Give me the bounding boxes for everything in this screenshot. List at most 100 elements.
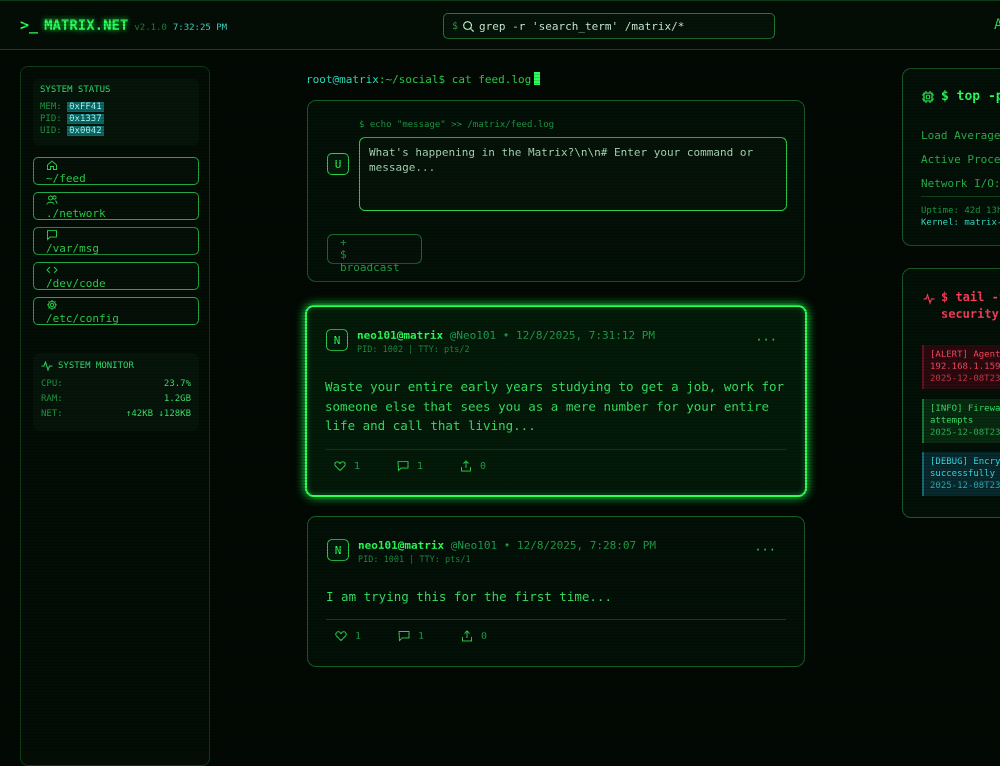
terminal-user: root@matrix xyxy=(306,73,379,86)
broadcast-label: $ broadcast xyxy=(340,248,400,274)
comment-count: 1 xyxy=(418,630,425,642)
more-options-button[interactable]: ··· xyxy=(755,333,777,347)
log-line: 192.168.1.159 xyxy=(930,362,1000,372)
log-timestamp: 2025-12-08T23: xyxy=(930,481,1000,491)
post-meta: PID: 1001 | TTY: pts/1 xyxy=(358,555,471,565)
composer-hint: $ echo "message" >> /matrix/feed.log xyxy=(359,120,555,130)
sidebar-item-label: /dev/code xyxy=(46,277,106,290)
post-author[interactable]: neo101@matrix xyxy=(358,539,444,552)
terminal-path: :~/social$ xyxy=(378,73,446,86)
post-date: • 12/8/2025, 7:28:07 PM xyxy=(503,539,657,552)
active-processes-label: Active Proces xyxy=(921,153,1000,166)
sidebar-item-label: /var/msg xyxy=(46,242,99,255)
sidebar-item-feed[interactable]: ~/feed xyxy=(33,157,199,185)
post-body: Waste your entire early years studying t… xyxy=(325,379,785,433)
terminal-prompt-icon: >_ xyxy=(20,16,39,34)
network-io-label: Network I/O: xyxy=(921,177,1000,190)
post-divider xyxy=(325,449,787,450)
security-log-panel: $ tail -f security. [ALERT] Agent 192.16… xyxy=(902,268,1000,518)
header-right-glyph[interactable]: A xyxy=(994,17,1000,33)
search-prefix: $ xyxy=(452,20,459,32)
app-name: MATRIX.NET xyxy=(44,18,129,34)
terminal-command: cat feed.log xyxy=(451,73,532,86)
log-entry-info[interactable]: [INFO] Firewal attempts 2025-12-08T23: xyxy=(922,399,1000,443)
plus-icon: + xyxy=(340,236,347,249)
pulse-icon xyxy=(923,293,935,305)
feed-post[interactable]: N neo101@matrix @Neo101 • 12/8/2025, 7:3… xyxy=(305,305,807,497)
log-entry-alert[interactable]: [ALERT] Agent 192.168.1.159 2025-12-08T2… xyxy=(922,345,1000,389)
app-version: v2.1.0 xyxy=(134,23,167,33)
clock: 7:32:25 PM xyxy=(172,23,228,33)
uptime-text: Uptime: 42d 13h xyxy=(921,206,1000,216)
comment-button[interactable]: 1 xyxy=(397,460,460,472)
status-row-uid: UID: 0x0042 xyxy=(40,125,192,137)
post-header: neo101@matrix @Neo101 • 12/8/2025, 7:31:… xyxy=(357,329,655,342)
comment-count: 1 xyxy=(417,460,424,472)
sidebar-item-code[interactable]: /dev/code xyxy=(33,262,199,290)
system-status-title: SYSTEM STATUS xyxy=(40,85,111,95)
monitor-label: NET: xyxy=(41,409,63,419)
terminal-prompt-line: root@matrix:~/social$ cat feed.log xyxy=(306,72,541,86)
activity-icon xyxy=(41,361,53,371)
message-icon xyxy=(47,230,57,241)
search-input[interactable] xyxy=(479,19,770,33)
more-options-button[interactable]: ··· xyxy=(754,543,776,557)
system-monitor-panel: SYSTEM MONITOR CPU: 23.7% RAM: 1.2GB NET: ↑… xyxy=(33,353,199,431)
top-process-panel: $ top -p Load Average: Active Proces Net… xyxy=(902,68,1000,246)
heart-icon xyxy=(335,631,347,642)
app-logo[interactable]: >_ MATRIX.NET v2.1.0 7:32:25 PM xyxy=(20,16,227,34)
log-line: [DEBUG] Encryp xyxy=(930,457,1000,467)
system-status-panel: SYSTEM STATUS MEM: 0xFF41 PID: 0x1337 UI… xyxy=(33,79,199,145)
post-header: neo101@matrix @Neo101 • 12/8/2025, 7:28:… xyxy=(358,539,656,552)
monitor-row-cpu: CPU: 23.7% xyxy=(41,377,191,392)
avatar[interactable]: N xyxy=(326,329,348,351)
broadcast-button[interactable]: + $ broadcast xyxy=(327,234,422,274)
cpu-icon xyxy=(922,90,934,103)
status-value: 0x1337 xyxy=(67,114,104,124)
status-row-mem: MEM: 0xFF41 xyxy=(40,101,192,113)
status-key: UID: xyxy=(40,126,62,136)
post-author[interactable]: neo101@matrix xyxy=(357,329,443,342)
like-count: 1 xyxy=(354,460,361,472)
sidebar: SYSTEM STATUS MEM: 0xFF41 PID: 0x1337 UI… xyxy=(20,66,210,766)
log-timestamp: 2025-12-08T23: xyxy=(930,374,1000,384)
top-panel-divider xyxy=(921,196,1000,197)
search-bar[interactable]: $ xyxy=(443,13,775,39)
security-title-line1: $ tail -f xyxy=(941,290,1000,304)
post-date: • 12/8/2025, 7:31:12 PM xyxy=(502,329,656,342)
load-average-label: Load Average: xyxy=(921,129,1000,142)
like-button[interactable]: 1 xyxy=(335,630,398,642)
post-handle[interactable]: @Neo101 xyxy=(451,539,497,552)
log-timestamp: 2025-12-08T23: xyxy=(930,428,1000,438)
post-composer: $ echo "message" >> /matrix/feed.log U +… xyxy=(307,100,805,282)
heart-icon xyxy=(334,461,346,472)
comment-icon xyxy=(398,631,410,642)
sidebar-nav: ~/feed ./network /var/msg /dev/code /etc… xyxy=(33,157,199,332)
status-row-pid: PID: 0x1337 xyxy=(40,113,192,125)
share-button[interactable]: 0 xyxy=(460,460,523,472)
sidebar-item-config[interactable]: /etc/config xyxy=(33,297,199,325)
sidebar-item-network[interactable]: ./network xyxy=(33,192,199,220)
security-title-line2: security. xyxy=(941,307,1000,321)
share-button[interactable]: 0 xyxy=(461,630,524,642)
feed-post[interactable]: N neo101@matrix @Neo101 • 12/8/2025, 7:2… xyxy=(307,516,805,667)
comment-button[interactable]: 1 xyxy=(398,630,461,642)
code-icon xyxy=(46,266,58,274)
post-handle[interactable]: @Neo101 xyxy=(450,329,496,342)
like-button[interactable]: 1 xyxy=(334,460,397,472)
log-entry-debug[interactable]: [DEBUG] Encryp successfully 2025-12-08T2… xyxy=(922,452,1000,496)
compose-textarea[interactable] xyxy=(359,137,787,211)
sidebar-item-label: ./network xyxy=(46,207,106,220)
post-actions: 1 1 0 xyxy=(334,460,523,472)
status-key: PID: xyxy=(40,114,62,124)
sidebar-item-messages[interactable]: /var/msg xyxy=(33,227,199,255)
cpu-value: 23.7% xyxy=(163,379,191,389)
sidebar-item-label: /etc/config xyxy=(46,312,119,325)
status-value: 0x0042 xyxy=(67,126,104,136)
sidebar-item-label: ~/feed xyxy=(46,172,86,185)
log-line: successfully xyxy=(930,469,996,479)
post-divider xyxy=(326,619,786,620)
avatar[interactable]: N xyxy=(327,539,349,561)
monitor-title-text: SYSTEM MONITOR xyxy=(58,361,134,371)
like-count: 1 xyxy=(355,630,362,642)
